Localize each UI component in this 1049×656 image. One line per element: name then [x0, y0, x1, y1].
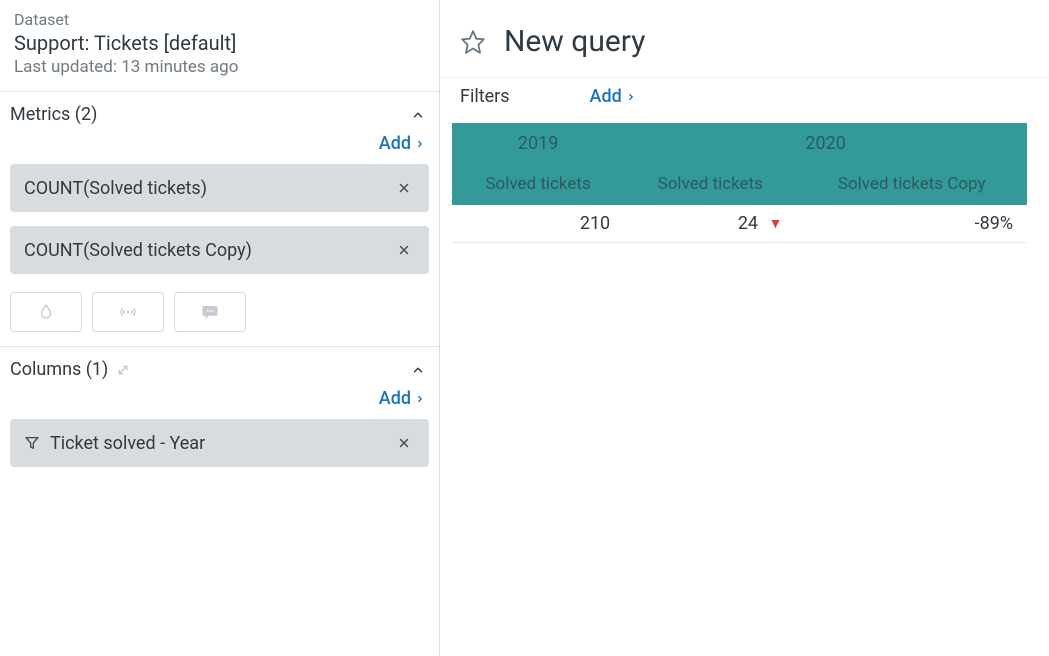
table-group-row: 2019 2020	[452, 123, 1027, 163]
metric-chip[interactable]: COUNT(Solved tickets Copy)	[10, 226, 429, 274]
chat-icon-button[interactable]	[174, 292, 246, 332]
metrics-title: Metrics (2)	[10, 104, 97, 125]
filters-add-label: Add	[590, 86, 622, 107]
columns-title: Columns (1)	[10, 359, 108, 380]
dataset-updated: Last updated: 13 minutes ago	[14, 57, 425, 77]
trend-down-icon: ▼	[769, 215, 783, 232]
broadcast-icon-button[interactable]	[92, 292, 164, 332]
table-cell: 24 ▼	[624, 205, 796, 243]
drop-icon-button[interactable]	[10, 292, 82, 332]
chevron-up-icon	[411, 108, 425, 122]
cell-value: 210	[580, 213, 610, 234]
close-icon[interactable]	[393, 432, 415, 454]
columns-chip-list: Ticket solved - Year	[0, 413, 439, 467]
table-cell: 210	[452, 205, 624, 243]
metrics-section: Metrics (2) Add COUNT(Solved tickets)	[0, 92, 439, 347]
metrics-add-link[interactable]: Add	[379, 133, 425, 154]
page-title: New query	[504, 24, 645, 59]
close-icon[interactable]	[393, 177, 415, 199]
app-root: Dataset Support: Tickets [default] Last …	[0, 0, 1049, 656]
columns-add-label: Add	[379, 388, 411, 409]
columns-add-link[interactable]: Add	[379, 388, 425, 409]
cell-value: -89%	[975, 213, 1013, 234]
metrics-add-label: Add	[379, 133, 411, 154]
filters-row: Filters Add	[440, 77, 1049, 117]
filters-add-link[interactable]: Add	[590, 86, 636, 107]
metric-chip-label: COUNT(Solved tickets)	[24, 178, 207, 199]
metric-tool-buttons	[0, 274, 439, 332]
column-header[interactable]: Solved tickets	[624, 163, 796, 205]
cell-value: 24	[738, 213, 758, 234]
chat-icon	[200, 303, 220, 321]
metrics-add-row: Add	[0, 125, 439, 158]
metrics-chip-list: COUNT(Solved tickets) COUNT(Solved ticke…	[0, 158, 439, 274]
column-chip-left: Ticket solved - Year	[24, 433, 205, 454]
table-cell: -89%	[796, 205, 1027, 243]
table-subheader-row: Solved tickets Solved tickets Solved tic…	[452, 163, 1027, 205]
chevron-right-icon	[415, 393, 425, 405]
star-icon[interactable]	[460, 29, 486, 55]
swap-icon[interactable]	[114, 361, 132, 379]
table-row: 210 24 ▼ -89%	[452, 205, 1027, 243]
column-chip-label: Ticket solved - Year	[50, 433, 205, 454]
drop-icon	[37, 303, 55, 321]
filter-icon	[24, 435, 40, 451]
year-header[interactable]: 2019	[452, 123, 624, 163]
column-header[interactable]: Solved tickets	[452, 163, 624, 205]
filters-label: Filters	[460, 86, 510, 107]
dataset-block: Dataset Support: Tickets [default] Last …	[0, 0, 439, 92]
year-header[interactable]: 2020	[624, 123, 1027, 163]
columns-title-wrap: Columns (1)	[10, 359, 132, 380]
broadcast-icon	[117, 303, 139, 321]
chevron-up-icon	[411, 363, 425, 377]
columns-header[interactable]: Columns (1)	[0, 347, 439, 380]
chevron-right-icon	[415, 138, 425, 150]
dataset-name: Support: Tickets [default]	[14, 31, 425, 55]
sidebar: Dataset Support: Tickets [default] Last …	[0, 0, 440, 656]
columns-add-row: Add	[0, 380, 439, 413]
result-table: 2019 2020 Solved tickets Solved tickets …	[452, 123, 1027, 243]
chevron-right-icon	[626, 91, 636, 103]
dataset-label: Dataset	[14, 10, 425, 29]
columns-section: Columns (1) Add	[0, 347, 439, 481]
column-chip[interactable]: Ticket solved - Year	[10, 419, 429, 467]
close-icon[interactable]	[393, 239, 415, 261]
metric-chip-label: COUNT(Solved tickets Copy)	[24, 240, 252, 261]
metric-chip-left: COUNT(Solved tickets Copy)	[24, 240, 252, 261]
main-panel: New query Filters Add 2019 2020 Solved t…	[440, 0, 1049, 656]
metric-chip[interactable]: COUNT(Solved tickets)	[10, 164, 429, 212]
metrics-header[interactable]: Metrics (2)	[0, 92, 439, 125]
column-header[interactable]: Solved tickets Copy	[796, 163, 1027, 205]
metric-chip-left: COUNT(Solved tickets)	[24, 178, 207, 199]
title-row: New query	[440, 0, 1049, 77]
